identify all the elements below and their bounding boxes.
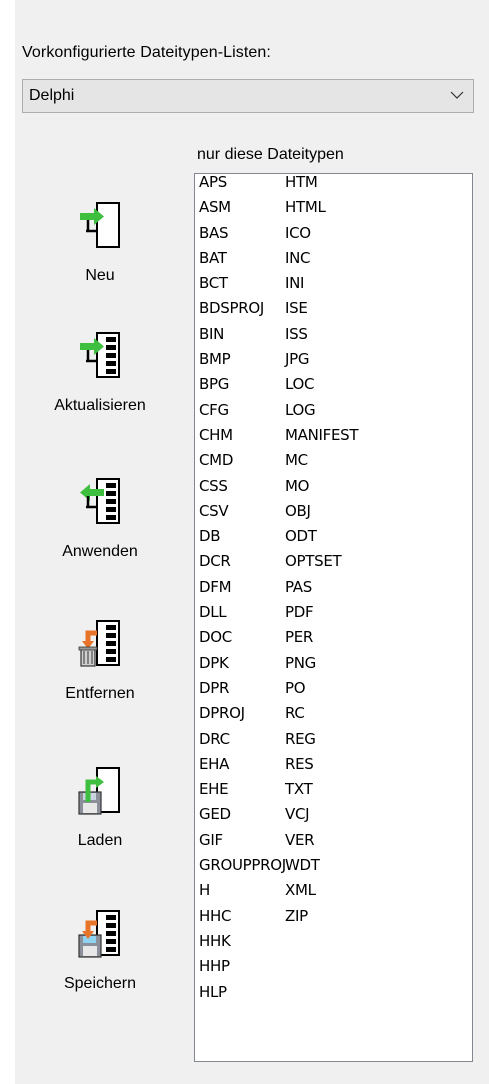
list-item[interactable]: BCT [199, 271, 285, 296]
list-item[interactable]: DB [199, 524, 285, 549]
new-list-icon [80, 202, 120, 248]
apply-button-label: Anwenden [62, 543, 138, 560]
update-button[interactable]: Aktualisieren [30, 327, 170, 415]
list-item[interactable]: CSS [199, 474, 285, 499]
list-item[interactable]: CFG [199, 398, 285, 423]
save-button[interactable]: Speichern [30, 905, 170, 993]
list-item[interactable]: ISE [285, 296, 371, 321]
list-item[interactable]: GED [199, 802, 285, 827]
file-types-listbox[interactable]: APS ASM BAS BAT BCT BDSPROJ BIN BMP BPG CFG CHM CMD… [194, 173, 473, 1062]
delete-button-label: Entfernen [65, 685, 135, 702]
list-item[interactable]: DRC [199, 727, 285, 752]
apply-list-icon [80, 478, 120, 524]
list-item[interactable]: PDF [285, 600, 371, 625]
list-item[interactable]: CHM [199, 423, 285, 448]
list-item[interactable]: GROUPPROJ [199, 853, 286, 878]
list-item[interactable]: MC [285, 448, 371, 473]
preset-selected-value: Delphi [29, 87, 75, 104]
list-item[interactable]: REG [285, 727, 371, 752]
list-item[interactable]: VCJ [285, 802, 371, 827]
list-item[interactable]: PAS [285, 575, 371, 600]
list-item[interactable]: ZIP [285, 904, 371, 929]
list-item[interactable]: OPTSET [285, 549, 371, 574]
list-item[interactable]: ICO [285, 221, 371, 246]
list-item[interactable]: JPG [285, 347, 371, 372]
list-item[interactable]: TXT [285, 777, 371, 802]
list-item[interactable]: ISS [285, 322, 371, 347]
chevron-down-icon [450, 91, 464, 99]
list-item[interactable]: INC [285, 246, 371, 271]
list-item[interactable]: EHA [199, 752, 285, 777]
list-item[interactable]: DOC [199, 625, 285, 650]
list-item[interactable]: HHP [199, 954, 285, 979]
list-item[interactable]: BPG [199, 372, 285, 397]
list-item[interactable]: BAT [199, 246, 285, 271]
list-item[interactable]: ODT [285, 524, 371, 549]
list-item[interactable]: BDSPROJ [199, 296, 285, 321]
list-item[interactable]: EHE [199, 777, 285, 802]
load-list-icon [78, 767, 120, 815]
update-list-icon [80, 332, 120, 378]
list-item[interactable]: HLP [199, 980, 285, 1005]
file-types-list-label: nur diese Dateitypen [197, 146, 344, 163]
list-item[interactable]: LOG [285, 398, 371, 423]
list-item[interactable]: APS [199, 174, 285, 195]
list-item[interactable]: OBJ [285, 499, 371, 524]
new-button-label: Neu [85, 267, 115, 284]
load-button-label: Laden [77, 832, 123, 849]
list-item[interactable]: BMP [199, 347, 285, 372]
list-item[interactable]: HTML [285, 195, 371, 220]
list-item[interactable]: DPROJ [199, 701, 285, 726]
list-item[interactable]: DLL [199, 600, 285, 625]
preset-dropdown[interactable]: Delphi [22, 79, 474, 113]
load-button[interactable]: Laden [30, 762, 170, 850]
file-types-column-2: HTM HTML ICO INC INI ISE ISS JPG LOC LOG MANIFEST M… [285, 174, 371, 1005]
list-item[interactable]: HHK [199, 929, 285, 954]
save-list-icon [78, 910, 120, 958]
update-button-label: Aktualisieren [54, 397, 146, 414]
list-item[interactable]: DPR [199, 676, 285, 701]
list-item[interactable]: H [199, 878, 285, 903]
list-item[interactable]: HHC [199, 904, 285, 929]
list-item[interactable]: HTM [285, 174, 371, 195]
list-item[interactable]: PO [285, 676, 371, 701]
list-item[interactable]: ASM [199, 195, 285, 220]
apply-button[interactable]: Anwenden [30, 473, 170, 561]
list-item[interactable]: MANIFEST [285, 423, 371, 448]
list-item[interactable]: BIN [199, 322, 285, 347]
list-item[interactable]: MO [285, 474, 371, 499]
list-item[interactable]: WDT [285, 853, 371, 878]
file-types-column-1: APS ASM BAS BAT BCT BDSPROJ BIN BMP BPG CFG CHM CMD… [199, 174, 286, 1005]
delete-list-icon [78, 620, 120, 667]
list-item[interactable]: CSV [199, 499, 285, 524]
list-item[interactable]: CMD [199, 448, 285, 473]
list-item[interactable]: PNG [285, 651, 371, 676]
list-item[interactable]: RES [285, 752, 371, 777]
list-item[interactable]: DFM [199, 575, 285, 600]
list-item[interactable]: GIF [199, 828, 285, 853]
preset-label: Vorkonfigurierte Dateitypen-Listen: [22, 44, 271, 61]
list-item[interactable]: LOC [285, 372, 371, 397]
save-button-label: Speichern [63, 975, 137, 992]
list-item[interactable]: RC [285, 701, 371, 726]
list-item[interactable]: PER [285, 625, 371, 650]
list-item[interactable]: DPK [199, 651, 285, 676]
delete-button[interactable]: Entfernen [30, 615, 170, 703]
list-item[interactable]: DCR [199, 549, 285, 574]
list-item[interactable]: XML [285, 878, 371, 903]
list-item[interactable]: BAS [199, 221, 285, 246]
list-item[interactable]: INI [285, 271, 371, 296]
new-button[interactable]: Neu [30, 197, 170, 285]
list-item[interactable]: VER [285, 828, 371, 853]
